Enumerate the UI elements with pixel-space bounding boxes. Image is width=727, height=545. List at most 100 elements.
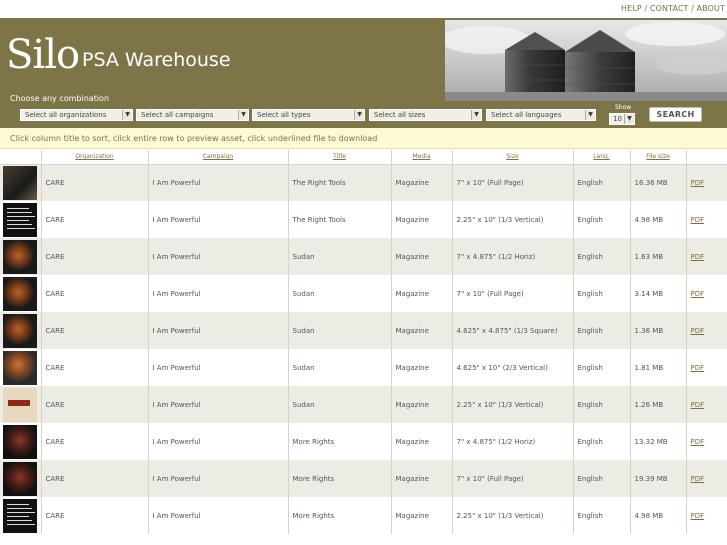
media-column-header[interactable]: Media <box>391 150 453 165</box>
media-cell: Magazine <box>391 275 453 312</box>
help-link[interactable]: HELP <box>621 4 642 13</box>
title-cell: Sudan <box>288 312 392 349</box>
size-cell: 7" x 4.875" (1/2 Horiz) <box>452 238 574 275</box>
chevron-down-icon: ▼ <box>122 110 132 120</box>
thumbnail-cell[interactable] <box>0 386 42 423</box>
download-cell: PDF <box>686 386 727 423</box>
thumbnail-cell[interactable] <box>0 201 42 238</box>
pdf-download-link[interactable]: PDF <box>691 327 705 335</box>
thumbnail-cell[interactable] <box>0 460 42 497</box>
asset-thumbnail-image[interactable] <box>3 424 37 459</box>
thumbnail-cell[interactable] <box>0 312 42 349</box>
language-cell: English <box>573 312 631 349</box>
type-select[interactable]: Select all types ▼ <box>252 109 365 121</box>
download-cell: PDF <box>686 201 727 238</box>
language-column-header[interactable]: Lang. <box>573 150 631 165</box>
thumbnail-cell[interactable] <box>0 497 42 534</box>
title-cell: More Rights <box>288 497 392 534</box>
asset-thumbnail-image[interactable] <box>3 350 37 385</box>
thumbnail-text-line <box>7 207 29 209</box>
campaign-cell: I Am Powerful <box>148 201 289 238</box>
language-select[interactable]: Select all languages ▼ <box>486 109 596 121</box>
title-cell: Sudan <box>288 275 392 312</box>
table-row[interactable]: CARE I Am Powerful Sudan Magazine 4.625" x 4… <box>0 312 727 349</box>
campaign-column-header[interactable]: Campaign <box>148 150 289 165</box>
asset-thumbnail-image[interactable] <box>3 313 37 348</box>
asset-thumbnail-image[interactable] <box>3 461 37 496</box>
file-size-cell: 13.32 MB <box>630 423 687 460</box>
pdf-download-link[interactable]: PDF <box>691 216 705 224</box>
pdf-download-link[interactable]: PDF <box>691 512 705 520</box>
link-separator: / <box>641 4 650 13</box>
campaign-select[interactable]: Select all campaigns ▼ <box>136 109 249 121</box>
table-row[interactable]: CARE I Am Powerful Sudan Magazine 2.25" x 10… <box>0 386 727 423</box>
table-row[interactable]: CARE I Am Powerful More Rights Magazine 7" x… <box>0 423 727 460</box>
title-cell: The Right Tools <box>288 164 392 201</box>
pdf-download-link[interactable]: PDF <box>691 179 705 187</box>
asset-thumbnail-image[interactable] <box>3 498 37 533</box>
pdf-download-link[interactable]: PDF <box>691 475 705 483</box>
thumbnail-cell[interactable] <box>0 275 42 312</box>
asset-thumbnail-image[interactable] <box>3 239 37 274</box>
title-column-header[interactable]: Title <box>288 150 392 165</box>
table-row[interactable]: CARE I Am Powerful The Right Tools Magazine… <box>0 164 727 201</box>
chevron-down-icon: ▼ <box>471 110 481 120</box>
size-select[interactable]: Select all sizes ▼ <box>369 109 482 121</box>
organization-cell: CARE <box>41 238 149 275</box>
search-button[interactable]: SEARCH <box>649 107 702 122</box>
media-cell: Magazine <box>391 201 453 238</box>
media-cell: Magazine <box>391 423 453 460</box>
size-column-header[interactable]: Size <box>452 150 574 165</box>
file-size-cell: 3.14 MB <box>630 275 687 312</box>
site-logo[interactable]: Silo <box>6 32 80 78</box>
download-cell: PDF <box>686 497 727 534</box>
silo-photo-image <box>445 20 727 101</box>
pdf-download-link[interactable]: PDF <box>691 401 705 409</box>
table-row[interactable]: CARE I Am Powerful Sudan Magazine 7" x 10" (… <box>0 275 727 312</box>
file-size-cell: 1.63 MB <box>630 238 687 275</box>
organization-select[interactable]: Select all organizations ▼ <box>20 109 133 121</box>
asset-thumbnail-image[interactable] <box>3 165 37 200</box>
table-row[interactable]: CARE I Am Powerful Sudan Magazine 7" x 4.875… <box>0 238 727 275</box>
thumbnail-cell[interactable] <box>0 423 42 460</box>
table-row[interactable]: CARE I Am Powerful Sudan Magazine 4.625" x 1… <box>0 349 727 386</box>
campaign-cell: I Am Powerful <box>148 423 289 460</box>
top-links-bar: HELP / CONTACT / ABOUT <box>0 0 727 18</box>
campaign-cell: I Am Powerful <box>148 164 289 201</box>
size-cell: 4.625" x 4.875" (1/3 Square) <box>452 312 574 349</box>
language-cell: English <box>573 423 631 460</box>
organization-column-header[interactable]: Organization <box>41 150 149 165</box>
asset-thumbnail-image[interactable] <box>3 202 37 237</box>
language-cell: English <box>573 460 631 497</box>
organization-cell: CARE <box>41 386 149 423</box>
organization-cell: CARE <box>41 275 149 312</box>
show-count-select[interactable]: 10 ▼ <box>609 113 635 125</box>
table-row[interactable]: CARE I Am Powerful More Rights Magazine 7" x… <box>0 460 727 497</box>
pdf-download-link[interactable]: PDF <box>691 364 705 372</box>
thumbnail-text-line <box>7 215 35 217</box>
media-cell: Magazine <box>391 164 453 201</box>
thumbnail-cell[interactable] <box>0 349 42 386</box>
asset-thumbnail-image[interactable] <box>3 276 37 311</box>
about-link[interactable]: ABOUT <box>697 4 725 13</box>
media-cell: Magazine <box>391 312 453 349</box>
table-row[interactable]: CARE I Am Powerful More Rights Magazine 2.25… <box>0 497 727 534</box>
language-cell: English <box>573 201 631 238</box>
asset-thumbnail-image[interactable] <box>3 387 37 422</box>
size-cell: 4.625" x 10" (2/3 Vertical) <box>452 349 574 386</box>
pdf-download-link[interactable]: PDF <box>691 290 705 298</box>
pdf-download-link[interactable]: PDF <box>691 253 705 261</box>
language-cell: English <box>573 164 631 201</box>
pdf-download-link[interactable]: PDF <box>691 438 705 446</box>
file-size-column-header[interactable]: File size <box>630 150 687 165</box>
thumbnail-cell[interactable] <box>0 238 42 275</box>
title-cell: More Rights <box>288 423 392 460</box>
size-cell: 7" x 10" (Full Page) <box>452 275 574 312</box>
file-size-cell: 1.81 MB <box>630 349 687 386</box>
size-select-value: Select all sizes <box>374 111 426 119</box>
table-row[interactable]: CARE I Am Powerful The Right Tools Magazine… <box>0 201 727 238</box>
thumbnail-cell[interactable] <box>0 164 42 201</box>
contact-link[interactable]: CONTACT <box>650 4 689 13</box>
campaign-cell: I Am Powerful <box>148 275 289 312</box>
thumbnail-text-line <box>7 227 35 229</box>
